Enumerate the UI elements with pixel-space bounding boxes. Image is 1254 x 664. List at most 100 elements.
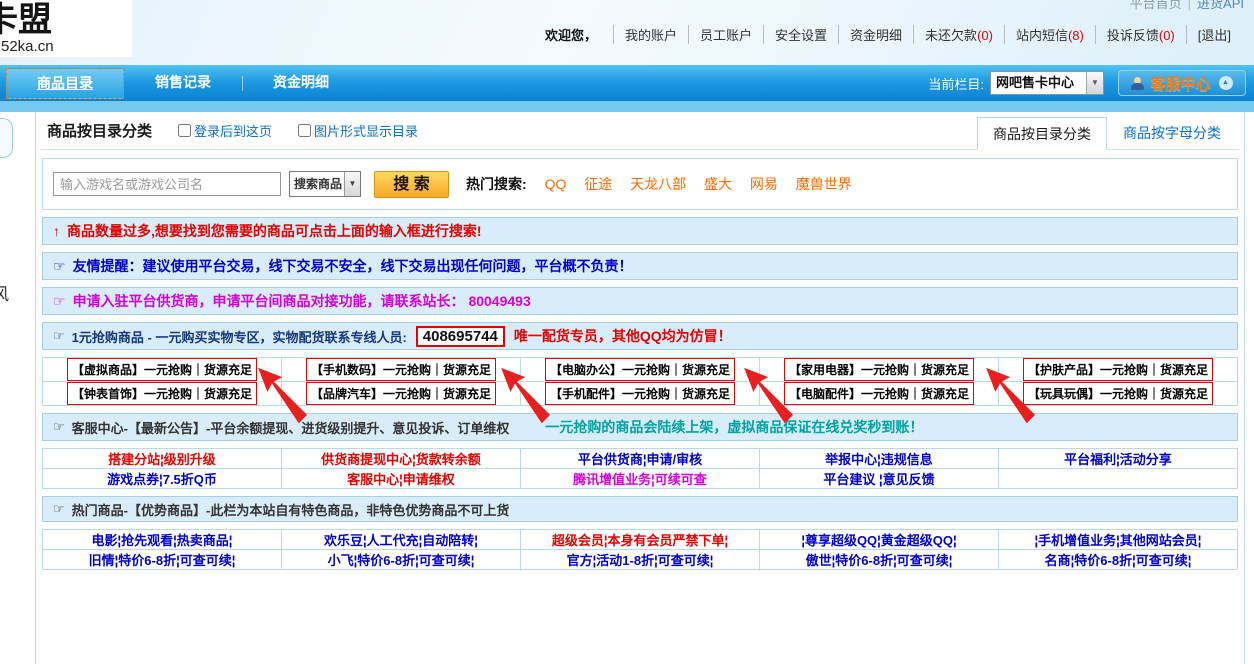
service-link-tencent-vas[interactable]: 腾讯增值业务¦可续可查 — [573, 469, 707, 488]
service-cell: 腾讯增值业务¦可续可查 — [521, 469, 760, 489]
hot-cell: 欢乐豆¦人工代充¦自动陪转¦ — [282, 530, 521, 550]
nav-tab-sales-records[interactable]: 销售记录 — [124, 68, 242, 99]
catalog-tabs: 商品按目录分类 商品按字母分类 — [977, 117, 1237, 150]
hot-link-huanledou[interactable]: 欢乐豆¦人工代充¦自动陪转¦ — [324, 530, 478, 549]
flash-link-toys[interactable]: 【玩具玩偶】一元抢购｜货源充足 — [1023, 382, 1213, 405]
service-cell: 客服中心¦申请维权 — [282, 469, 521, 489]
user-link-funds[interactable]: 资金明细 — [838, 25, 913, 44]
hot-products-header: ☞ 热门商品-【优势商品】-此栏为本站自有特色商品，非特色优势商品不可上货 — [42, 496, 1238, 522]
flash-sale-warning: 唯一配货专员，其他QQ均为仿冒！ — [514, 326, 732, 346]
flash-link-brand-car[interactable]: 【品牌汽车】一元抢购｜货源充足 — [306, 382, 496, 405]
hot-link-super-member[interactable]: 超级会员¦本身有会员严禁下单¦ — [552, 530, 728, 549]
hot-search-label: 热门搜索: — [466, 176, 527, 192]
dropdown-arrow-icon[interactable]: ▼ — [344, 172, 360, 196]
flash-cell: 【品牌汽车】一元抢购｜货源充足 — [282, 382, 521, 406]
customer-service-button[interactable]: 客服中心 ▲ — [1118, 70, 1246, 96]
notice-text: 申请入驻平台供货商，申请平台间商品对接功能，请联系站长： 80049493 — [73, 291, 531, 311]
flash-sale-qq-number: 408695744 — [416, 326, 505, 347]
feedback-count-badge: (0) — [1159, 28, 1175, 43]
hot-link-mingshang[interactable]: 名商¦特价6-8折¦可查可续¦ — [1045, 550, 1192, 569]
search-panel: 搜索商品 ▼ 搜 索 热门搜索: QQ 征途 天龙八部 盛大 网易 魔兽世界 — [42, 158, 1238, 210]
image-mode-checkbox-label: 图片形式显示目录 — [314, 121, 418, 140]
flash-link-home-appliance[interactable]: 【家用电器】一元抢购｜货源充足 — [784, 358, 974, 381]
flash-link-computer-accessory[interactable]: 【电脑配件】一元抢购｜货源充足 — [784, 382, 974, 405]
pointing-hand-icon: ☞ — [53, 419, 65, 435]
pointing-hand-icon: ☞ — [53, 328, 65, 344]
red-arrow-icon — [742, 366, 798, 426]
service-link-report-center[interactable]: 举报中心¦违规信息 — [825, 449, 933, 468]
user-link-my-account[interactable]: 我的账户 — [613, 25, 688, 44]
notice-supplier-apply: ☞ 申请入驻平台供货商，申请平台间商品对接功能，请联系站长： 80049493 — [42, 287, 1238, 315]
hot-search-link-qq[interactable]: QQ — [545, 176, 567, 192]
api-link[interactable]: 进货API — [1197, 0, 1244, 11]
tab-by-letter[interactable]: 商品按字母分类 — [1107, 117, 1237, 150]
current-section-label: 当前栏目: — [928, 74, 984, 93]
hot-link-movies[interactable]: 电影¦抢先观看¦热卖商品¦ — [92, 530, 233, 549]
search-button[interactable]: 搜 索 — [374, 171, 449, 198]
pointing-hand-icon: ☞ — [53, 501, 65, 517]
nav-tab-fund-details[interactable]: 资金明细 — [242, 68, 360, 99]
flash-link-virtual[interactable]: 【虚拟商品】一元抢购｜货源充足 — [67, 358, 257, 381]
flash-cell: 【电脑办公】一元抢购｜货源充足 — [521, 358, 760, 382]
image-mode-checkbox-row[interactable]: 图片形式显示目录 — [298, 121, 418, 140]
hot-link-xiaofei[interactable]: 小飞¦特价6-8折¦可查可续¦ — [328, 550, 475, 569]
service-cell: 平台建议 ¦意见反馈 — [760, 469, 999, 489]
corner-links: 平台首页|进货API — [1130, 0, 1244, 12]
service-link-supplier-withdraw[interactable]: 供货商提现中心¦货款转余额 — [321, 449, 481, 468]
notice-friendly-reminder: ☞ 友情提醒：建议使用平台交易，线下交易不安全，线下交易出现任何问题，平台概不负… — [42, 252, 1238, 280]
logout-link[interactable]: [退出] — [1186, 25, 1242, 44]
pointing-hand-icon: ☞ — [53, 258, 66, 275]
home-link[interactable]: 平台首页 — [1130, 0, 1182, 11]
hot-search-link-zhengtu[interactable]: 征途 — [584, 176, 612, 192]
flash-cell: 【虚拟商品】一元抢购｜货源充足 — [43, 358, 282, 382]
section-select[interactable]: 网吧售卡中心 ▼ — [990, 71, 1104, 95]
logo-glyph: 卡盟 — [0, 2, 132, 38]
search-input[interactable] — [53, 172, 281, 196]
image-mode-checkbox[interactable] — [298, 124, 311, 137]
flash-link-computer-office[interactable]: 【电脑办公】一元抢购｜货源充足 — [545, 358, 735, 381]
chevron-down-icon[interactable]: ▼ — [1086, 72, 1103, 94]
service-link-game-points[interactable]: 游戏点券¦7.5折Q币 — [107, 469, 217, 488]
user-link-messages[interactable]: 站内短信(8) — [1004, 25, 1095, 44]
hot-search-link-wow[interactable]: 魔兽世界 — [796, 176, 852, 192]
flash-link-phone-accessory[interactable]: 【手机配件】一元抢购｜货源充足 — [545, 382, 735, 405]
hot-link-official[interactable]: 官方¦活动1-8折¦可查可续¦ — [567, 550, 714, 569]
hot-cell: 电影¦抢先观看¦热卖商品¦ — [43, 530, 282, 550]
customer-service-label: 客服中心 — [1150, 73, 1210, 94]
service-cell: 平台供货商¦申请/审核 — [521, 449, 760, 469]
flash-link-skincare[interactable]: 【护肤产品】一元抢购｜货源充足 — [1023, 358, 1213, 381]
user-link-feedback[interactable]: 投诉反馈(0) — [1095, 25, 1186, 44]
user-link-debt[interactable]: 未还欠款(0) — [913, 25, 1004, 44]
hot-link-mobile-vas[interactable]: ¦手机增值业务¦其他网站会员¦ — [1035, 530, 1202, 549]
service-link-branch-site[interactable]: 搭建分站¦级别升级 — [108, 449, 216, 468]
hot-cell: ¦手机增值业务¦其他网站会员¦ — [999, 530, 1238, 550]
hot-link-jiuqing[interactable]: 旧情¦特价6-8折¦可查可续¦ — [89, 550, 236, 569]
person-icon — [1131, 77, 1144, 90]
hot-cell: 超级会员¦本身有会员严禁下单¦ — [521, 530, 760, 550]
landing-checkbox[interactable] — [178, 124, 191, 137]
flash-link-watch-jewelry[interactable]: 【钟表首饰】一元抢购｜货源充足 — [67, 382, 257, 405]
service-link-platform-welfare[interactable]: 平台福利¦活动分享 — [1064, 449, 1172, 468]
landing-checkbox-row[interactable]: 登录后到这页 — [178, 121, 272, 140]
hot-search-link-shanda[interactable]: 盛大 — [704, 176, 732, 192]
site-logo[interactable]: 卡盟 52ka.cn — [0, 0, 132, 57]
messages-count-badge: (8) — [1068, 28, 1084, 43]
hot-link-super-qq[interactable]: ¦尊享超级QQ¦黄金超级QQ¦ — [801, 530, 956, 549]
tab-by-category[interactable]: 商品按目录分类 — [977, 117, 1107, 150]
service-center-grid: 搭建分站¦级别升级 供货商提现中心¦货款转余额 平台供货商¦申请/审核 举报中心… — [42, 448, 1238, 489]
flash-link-phone-digital[interactable]: 【手机数码】一元抢购｜货源充足 — [306, 358, 496, 381]
search-category-select[interactable]: 搜索商品 ▼ — [289, 171, 361, 197]
clipped-side-glyph: 风 — [0, 280, 13, 302]
nav-tab-product-catalog[interactable]: 商品目录 — [6, 68, 124, 99]
service-link-platform-suggest[interactable]: 平台建议 ¦意见反馈 — [823, 469, 934, 488]
user-link-staff-account[interactable]: 员工账户 — [688, 25, 763, 44]
hot-link-aoshi[interactable]: 傲世¦特价6-8折¦可查可续¦ — [806, 550, 953, 569]
service-link-supplier-apply[interactable]: 平台供货商¦申请/审核 — [578, 449, 702, 468]
main-navbar: 商品目录 销售记录 资金明细 当前栏目: 网吧售卡中心 ▼ 客服中心 ▲ — [0, 65, 1254, 101]
navbar-strip — [0, 101, 1254, 112]
service-link-rights-protection[interactable]: 客服中心¦申请维权 — [347, 469, 455, 488]
service-cell: 平台福利¦活动分享 — [999, 449, 1238, 469]
hot-search-link-netease[interactable]: 网易 — [750, 176, 778, 192]
user-link-security[interactable]: 安全设置 — [763, 25, 838, 44]
hot-search-link-tianlong[interactable]: 天龙八部 — [630, 176, 686, 192]
